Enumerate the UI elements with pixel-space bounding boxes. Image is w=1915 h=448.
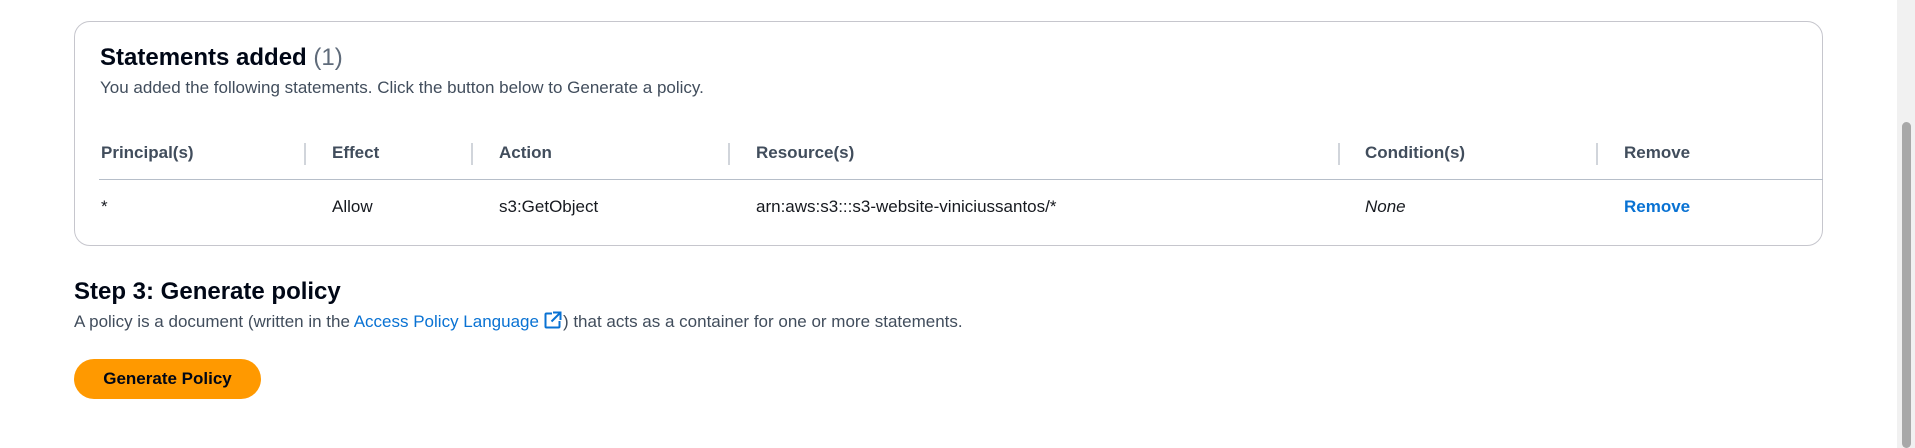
- generate-policy-button[interactable]: Generate Policy: [74, 359, 261, 399]
- table-header: Principal(s) Effect Action Resource(s) C…: [99, 127, 1823, 180]
- policy-generator-page: Statements added (1) You added the follo…: [0, 0, 1915, 448]
- scrollbar-thumb[interactable]: [1902, 122, 1911, 448]
- statements-description: You added the following statements. Clic…: [100, 78, 704, 97]
- column-header-principals: Principal(s): [101, 143, 194, 162]
- external-link-icon: [544, 311, 562, 329]
- step3-desc-before: A policy is a document (written in the: [74, 312, 354, 331]
- statements-heading: Statements added (1): [100, 44, 343, 72]
- step3-desc-after: ) that acts as a container for one or mo…: [562, 312, 963, 331]
- statements-added-panel: Statements added (1) You added the follo…: [74, 21, 1823, 246]
- access-policy-language-link[interactable]: Access Policy Language: [353, 311, 563, 331]
- cell-resource: arn:aws:s3:::s3-website-viniciussantos/*: [756, 197, 1057, 216]
- statements-count: (1): [313, 44, 343, 71]
- step3-description: A policy is a document (written in the A…: [74, 311, 963, 332]
- column-header-resources: Resource(s): [756, 143, 855, 162]
- column-separator[interactable]: [1596, 143, 1598, 165]
- remove-statement-link[interactable]: Remove: [1624, 197, 1690, 217]
- column-separator[interactable]: [304, 143, 306, 165]
- column-separator[interactable]: [471, 143, 473, 165]
- column-header-effect: Effect: [332, 143, 380, 162]
- cell-effect: Allow: [332, 197, 373, 216]
- column-header-action: Action: [499, 143, 552, 162]
- statements-table: Principal(s) Effect Action Resource(s) C…: [99, 127, 1823, 247]
- column-separator[interactable]: [1338, 143, 1340, 165]
- cell-principal: *: [101, 197, 108, 216]
- cell-action: s3:GetObject: [499, 197, 599, 216]
- access-policy-language-link-text: Access Policy Language: [353, 312, 539, 331]
- statements-title: Statements added: [100, 44, 307, 71]
- column-header-remove: Remove: [1624, 143, 1691, 162]
- column-header-conditions: Condition(s): [1365, 143, 1466, 162]
- cell-condition: None: [1365, 197, 1406, 216]
- column-separator[interactable]: [728, 143, 730, 165]
- step3-heading: Step 3: Generate policy: [74, 278, 341, 305]
